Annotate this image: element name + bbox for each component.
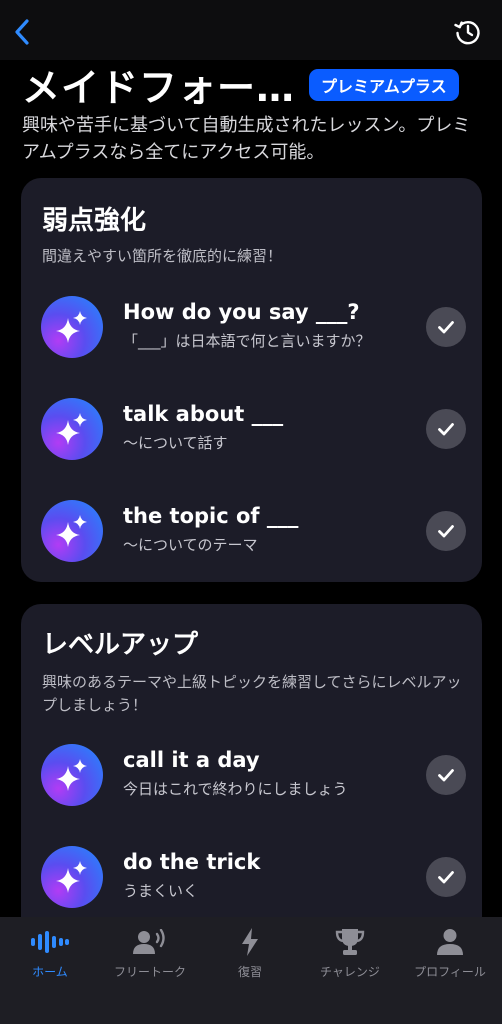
completed-check[interactable] bbox=[426, 755, 466, 795]
lesson-icon bbox=[41, 500, 103, 562]
completed-check[interactable] bbox=[426, 409, 466, 449]
page-title: メイドフォー… bbox=[22, 66, 296, 110]
section-title: 弱点強化 bbox=[42, 206, 147, 236]
lesson-title: call it a day bbox=[123, 748, 260, 772]
lesson-item[interactable]: the topic of ___ 〜についてのテーマ bbox=[41, 500, 466, 564]
lesson-item[interactable]: talk about ___ 〜について話す bbox=[41, 398, 466, 462]
checkmark-icon bbox=[438, 321, 454, 334]
lesson-subtitle: 〜についてのテーマ bbox=[123, 536, 258, 554]
chevron-left-icon bbox=[15, 19, 29, 45]
completed-check[interactable] bbox=[426, 511, 466, 551]
lesson-title: How do you say ___? bbox=[123, 300, 360, 324]
lesson-subtitle: 〜について話す bbox=[123, 434, 228, 452]
tab-label: プロフィール bbox=[414, 965, 486, 979]
lesson-icon bbox=[41, 296, 103, 358]
title-row: メイドフォー… プレミアムプラス bbox=[22, 57, 459, 112]
lesson-title: the topic of ___ bbox=[123, 504, 299, 528]
section-description: 興味のあるテーマや上級トピックを練習してさらにレベルアップしましょう！ bbox=[42, 673, 462, 714]
tab-challenge[interactable]: チャレンジ bbox=[300, 917, 400, 997]
bolt-icon bbox=[241, 927, 259, 957]
trophy-icon bbox=[335, 927, 365, 957]
lesson-item[interactable]: How do you say ___? 「___」は日本語で何と言いますか？ bbox=[41, 296, 466, 360]
tab-label: ホーム bbox=[32, 965, 68, 979]
page-description: 興味や苦手に基づいて自動生成されたレッスン。プレミアムプラスなら全てにアクセス可… bbox=[22, 115, 471, 163]
lesson-title: talk about ___ bbox=[123, 402, 284, 426]
section-title: レベルアップ bbox=[42, 630, 199, 660]
tab-label: チャレンジ bbox=[320, 965, 380, 979]
top-bar bbox=[0, 0, 502, 60]
checkmark-icon bbox=[438, 769, 454, 782]
lesson-title: do the trick bbox=[123, 850, 261, 874]
completed-check[interactable] bbox=[426, 857, 466, 897]
checkmark-icon bbox=[438, 423, 454, 436]
lesson-subtitle: 「___」は日本語で何と言いますか？ bbox=[123, 332, 371, 350]
tab-bar: ホーム フリートーク 復習 チャレンジ プロフィール bbox=[0, 917, 502, 1024]
waveform-icon bbox=[31, 927, 69, 957]
lesson-item[interactable]: call it a day 今日はこれで終わりにしましょう bbox=[41, 744, 466, 808]
tab-free-talk[interactable]: フリートーク bbox=[100, 917, 200, 997]
sparkles-icon bbox=[56, 515, 87, 547]
lesson-item[interactable]: do the trick うまくいく bbox=[41, 846, 466, 910]
checkmark-icon bbox=[438, 525, 454, 538]
back-button[interactable] bbox=[8, 14, 36, 50]
sparkles-icon bbox=[56, 759, 87, 791]
sparkles-icon bbox=[56, 413, 87, 445]
tab-label: フリートーク bbox=[113, 965, 186, 979]
sparkles-icon bbox=[56, 861, 87, 893]
history-button[interactable] bbox=[452, 14, 484, 50]
checkmark-icon bbox=[438, 871, 454, 884]
sparkles-icon bbox=[56, 311, 87, 343]
person-icon bbox=[437, 927, 463, 957]
lesson-icon bbox=[41, 398, 103, 460]
lesson-icon bbox=[41, 744, 103, 806]
lesson-icon bbox=[41, 846, 103, 908]
history-icon bbox=[454, 21, 480, 45]
person-speaking-icon bbox=[133, 927, 167, 957]
lesson-subtitle: うまくいく bbox=[123, 882, 199, 900]
tab-profile[interactable]: プロフィール bbox=[400, 917, 500, 997]
premium-plus-badge: プレミアムプラス bbox=[309, 68, 459, 101]
lesson-subtitle: 今日はこれで終わりにしましょう bbox=[123, 780, 348, 798]
weakness-section-card: 弱点強化 間違えやすい箇所を徹底的に練習！ How do you say ___… bbox=[21, 178, 482, 582]
tab-label: 復習 bbox=[237, 965, 262, 979]
completed-check[interactable] bbox=[426, 307, 466, 347]
tab-review[interactable]: 復習 bbox=[200, 917, 300, 997]
section-description: 間違えやすい箇所を徹底的に練習！ bbox=[42, 247, 283, 265]
tab-home[interactable]: ホーム bbox=[0, 917, 100, 997]
